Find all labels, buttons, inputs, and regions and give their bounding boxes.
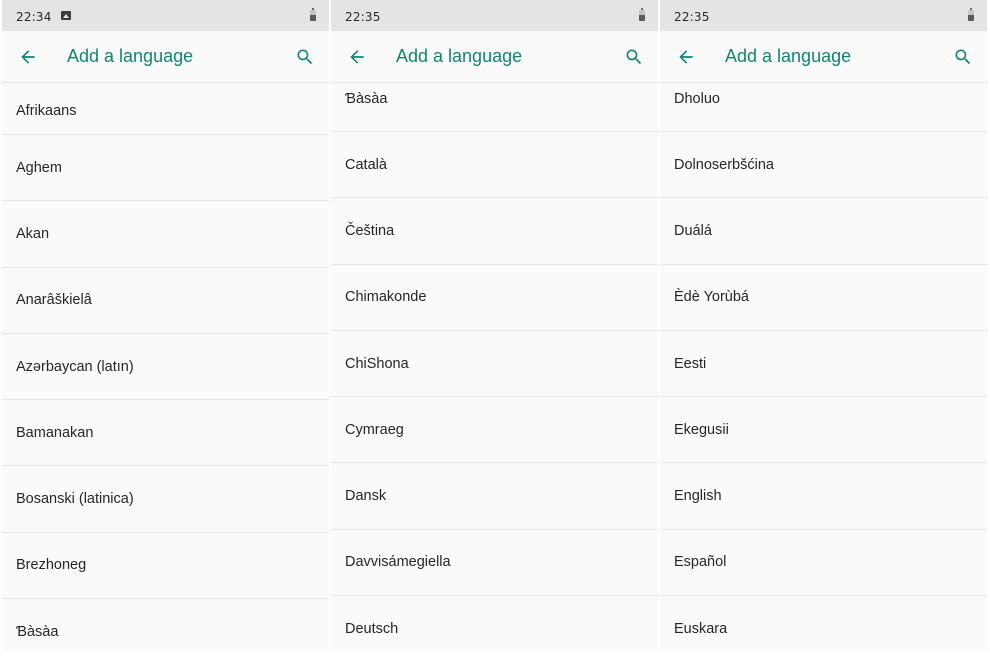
status-time: 22:35 bbox=[674, 10, 710, 24]
status-time: 22:34 bbox=[16, 10, 52, 24]
language-item[interactable]: Català bbox=[331, 132, 658, 199]
language-label: Brezhoneg bbox=[16, 557, 87, 574]
page-title: Add a language bbox=[67, 46, 194, 66]
page-title: Add a language bbox=[725, 46, 852, 66]
language-label: Bamanakan bbox=[16, 424, 94, 441]
status-time: 22:35 bbox=[345, 10, 381, 24]
search-button[interactable] bbox=[620, 43, 648, 71]
battery-icon bbox=[310, 8, 316, 21]
page-title: Add a language bbox=[396, 46, 523, 66]
language-label: Eesti bbox=[674, 355, 707, 372]
language-label: Bosanski (latinica) bbox=[16, 491, 134, 508]
language-label: ChiShona bbox=[345, 355, 409, 372]
language-list: Dholuo Dolnoserbšćina Duálá Èdè Yorùbá E… bbox=[660, 83, 987, 650]
language-item[interactable]: Eesti bbox=[660, 331, 987, 398]
app-bar: Add a language bbox=[331, 31, 658, 83]
language-item[interactable]: Akan bbox=[2, 201, 329, 268]
language-label: Cymraeg bbox=[345, 421, 404, 438]
language-label: Català bbox=[345, 156, 387, 173]
phone-screen-2: 22:35 Add a language Ɓàsàa Català Češtin… bbox=[331, 0, 658, 650]
language-item[interactable]: Bamanakan bbox=[2, 400, 329, 467]
back-button[interactable] bbox=[14, 43, 42, 71]
language-label: Azərbaycan (latın) bbox=[16, 358, 134, 375]
language-item[interactable]: Aghem bbox=[2, 135, 329, 202]
language-item[interactable]: Chimakonde bbox=[331, 265, 658, 331]
search-icon bbox=[297, 49, 313, 65]
search-icon bbox=[626, 49, 642, 65]
app-bar: Add a language bbox=[2, 31, 329, 83]
language-list: Ɓàsàa Català Čeština Chimakonde ChiShona… bbox=[331, 83, 658, 650]
back-button[interactable] bbox=[672, 43, 700, 71]
arrow-left-icon bbox=[21, 50, 35, 64]
language-item[interactable]: Cymraeg bbox=[331, 397, 658, 464]
language-label: Anarâškielâ bbox=[16, 292, 92, 309]
language-label: English bbox=[674, 488, 722, 505]
language-item[interactable]: Èdè Yorùbá bbox=[660, 265, 987, 331]
phone-screen-3: 22:35 Add a language Dholuo Dolnoserbšći… bbox=[660, 0, 987, 650]
language-item[interactable]: Davvisámegiella bbox=[331, 530, 658, 597]
language-item[interactable]: Ɓàsàa bbox=[2, 599, 329, 650]
language-label: Ekegusii bbox=[674, 421, 729, 438]
phone-screen-1: 22:34 Add a language Afrikaans Aghem Aka… bbox=[2, 0, 329, 650]
language-label: Dholuo bbox=[674, 91, 720, 107]
language-item[interactable]: Afrikaans bbox=[2, 83, 329, 135]
language-label: Afrikaans bbox=[16, 103, 77, 119]
language-label: Ɓàsàa bbox=[16, 623, 59, 640]
language-item[interactable]: Euskara bbox=[660, 596, 987, 650]
language-item[interactable]: Ɓàsàa bbox=[331, 83, 658, 132]
language-label: Dansk bbox=[345, 488, 387, 505]
language-label: Chimakonde bbox=[345, 289, 427, 306]
language-label: Čeština bbox=[345, 222, 395, 239]
search-button[interactable] bbox=[949, 43, 977, 71]
status-bar: 22:35 bbox=[331, 0, 658, 31]
language-label: Euskara bbox=[674, 620, 728, 637]
language-item[interactable]: Dansk bbox=[331, 463, 658, 530]
language-label: Akan bbox=[16, 225, 50, 242]
language-item[interactable]: Español bbox=[660, 530, 987, 597]
language-item[interactable]: Brezhoneg bbox=[2, 533, 329, 600]
language-label: Duálá bbox=[674, 222, 712, 239]
battery-icon bbox=[639, 8, 645, 21]
language-item[interactable]: Azərbaycan (latın) bbox=[2, 334, 329, 401]
language-item[interactable]: Anarâškielâ bbox=[2, 268, 329, 334]
language-item[interactable]: Ekegusii bbox=[660, 397, 987, 464]
language-item[interactable]: Bosanski (latinica) bbox=[2, 466, 329, 533]
language-item[interactable]: Dholuo bbox=[660, 83, 987, 132]
language-label: Ɓàsàa bbox=[345, 91, 388, 107]
battery-icon bbox=[968, 8, 974, 21]
language-label: Deutsch bbox=[345, 620, 399, 637]
language-item[interactable]: English bbox=[660, 463, 987, 530]
language-label: Aghem bbox=[16, 159, 62, 176]
language-item[interactable]: Duálá bbox=[660, 198, 987, 265]
image-notification-icon bbox=[61, 11, 71, 20]
language-label: Davvisámegiella bbox=[345, 554, 451, 571]
language-item[interactable]: Deutsch bbox=[331, 596, 658, 650]
language-item[interactable]: Dolnoserbšćina bbox=[660, 132, 987, 199]
language-item[interactable]: Čeština bbox=[331, 198, 658, 265]
status-bar: 22:34 bbox=[2, 0, 329, 31]
language-label: Èdè Yorùbá bbox=[674, 289, 749, 306]
language-label: Español bbox=[674, 554, 727, 571]
app-bar: Add a language bbox=[660, 31, 987, 83]
arrow-left-icon bbox=[679, 50, 693, 64]
language-list: Afrikaans Aghem Akan Anarâškielâ Azərbay… bbox=[2, 83, 329, 650]
status-bar: 22:35 bbox=[660, 0, 987, 31]
back-button[interactable] bbox=[343, 43, 371, 71]
language-item[interactable]: ChiShona bbox=[331, 331, 658, 398]
search-icon bbox=[955, 49, 971, 65]
arrow-left-icon bbox=[350, 50, 364, 64]
search-button[interactable] bbox=[291, 43, 319, 71]
language-label: Dolnoserbšćina bbox=[674, 156, 774, 173]
